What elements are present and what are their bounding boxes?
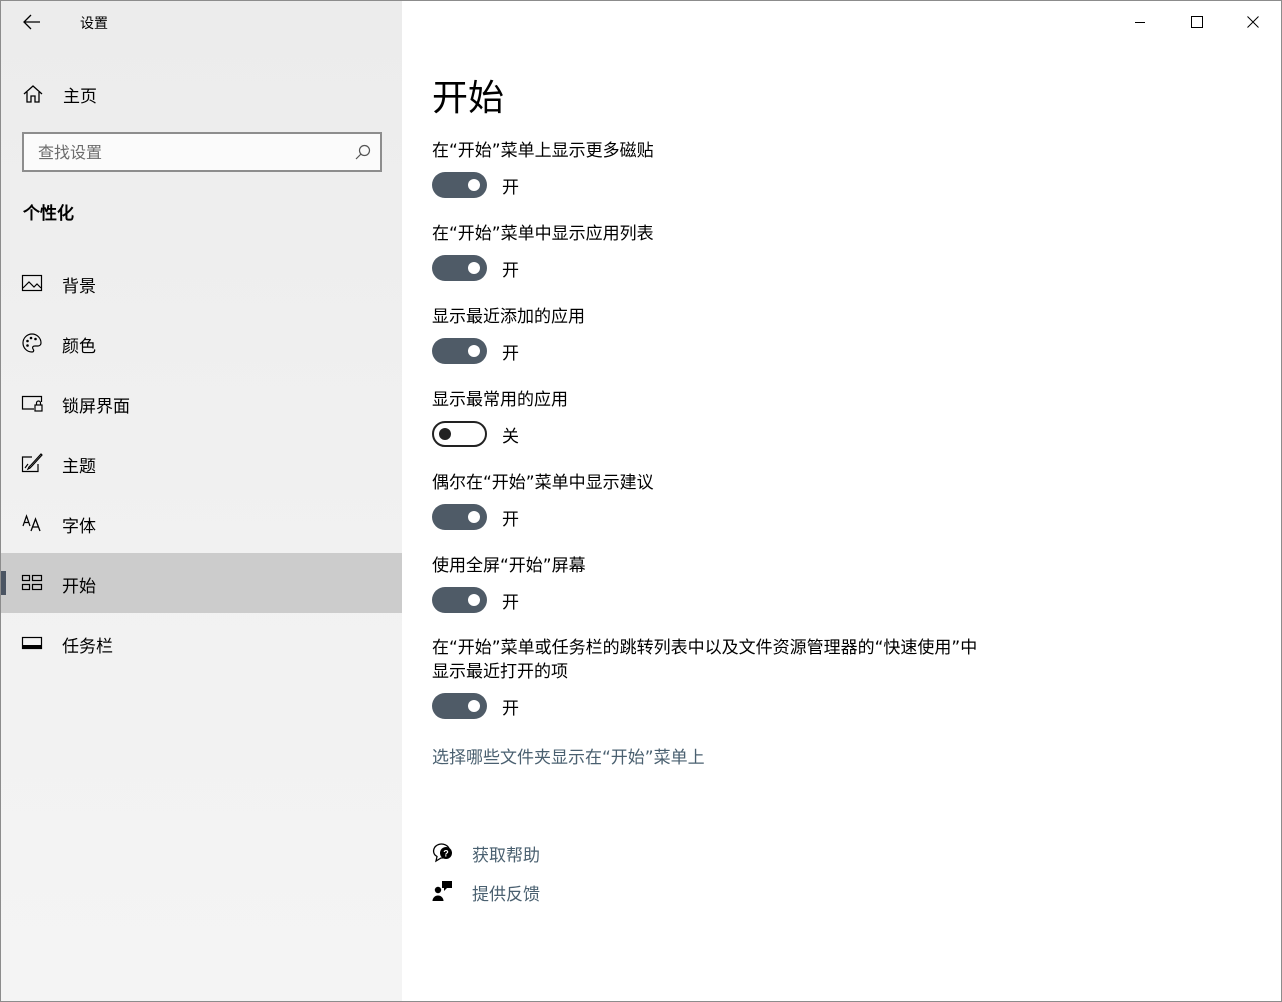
app-title: 设置: [80, 16, 108, 32]
nav-home-label: 主页: [63, 87, 97, 107]
sidebar-item-label: 颜色: [62, 337, 96, 357]
toggle-knob: [468, 345, 480, 357]
toggle-state: 开: [502, 260, 519, 281]
sidebar: 设置 主页 个性化 背景: [1, 1, 402, 1001]
setting-suggestions: 偶尔在“开始”菜单中显示建议 开: [432, 471, 1252, 530]
get-help-link[interactable]: ? 获取帮助: [432, 838, 732, 868]
sidebar-item-label: 任务栏: [62, 637, 113, 657]
setting-label: 显示最近添加的应用: [432, 307, 585, 327]
toggle-knob: [468, 262, 480, 274]
toggle-switch[interactable]: [432, 172, 487, 198]
sidebar-item-background[interactable]: 背景: [1, 253, 402, 313]
toggle-state: 开: [502, 177, 519, 198]
toggle-switch[interactable]: [432, 338, 487, 364]
sidebar-item-themes[interactable]: 主题: [1, 433, 402, 493]
setting-label: 使用全屏“开始”屏幕: [432, 556, 586, 576]
setting-label: 显示最常用的应用: [432, 390, 568, 410]
help-chat-icon: ?: [432, 843, 452, 863]
setting-most-used: 显示最常用的应用 关: [432, 388, 1252, 447]
lock-screen-icon: [21, 395, 43, 412]
feedback-icon: [432, 881, 452, 901]
toggle-state: 开: [502, 509, 519, 530]
sidebar-item-label: 主题: [62, 457, 96, 477]
choose-folders-link[interactable]: 选择哪些文件夹显示在“开始”菜单上: [432, 743, 705, 768]
minimize-icon: [1134, 22, 1145, 23]
setting-label: 在“开始”菜单中显示应用列表: [432, 224, 654, 244]
back-arrow-icon: [23, 14, 40, 30]
toggle-knob: [468, 179, 480, 191]
toggle-knob: [468, 594, 480, 606]
palette-icon: [22, 333, 42, 353]
setting-full-screen-start: 使用全屏“开始”屏幕 开: [432, 554, 1252, 613]
setting-app-list: 在“开始”菜单中显示应用列表 开: [432, 222, 1252, 281]
setting-recent-items: 在“开始”菜单或任务栏的跳转列表中以及文件资源管理器的“快速使用”中 显示最近打…: [432, 636, 1252, 719]
search-icon[interactable]: [354, 143, 372, 161]
nav-list: 背景 颜色 锁屏界面 主题 字体 开始 任务栏: [1, 253, 402, 673]
setting-label: 在“开始”菜单上显示更多磁贴: [432, 141, 654, 161]
sidebar-item-lock-screen[interactable]: 锁屏界面: [1, 373, 402, 433]
sidebar-item-label: 字体: [62, 517, 96, 537]
sidebar-item-taskbar[interactable]: 任务栏: [1, 613, 402, 673]
toggle-state: 开: [502, 698, 519, 719]
minimize-button[interactable]: [1111, 1, 1168, 43]
toggle-switch[interactable]: [432, 504, 487, 530]
sidebar-item-label: 背景: [62, 277, 96, 297]
start-tiles-icon: [21, 574, 43, 591]
sidebar-item-colors[interactable]: 颜色: [1, 313, 402, 373]
taskbar-icon: [21, 636, 43, 650]
sidebar-item-label: 开始: [62, 577, 96, 597]
toggle-knob: [468, 700, 480, 712]
sidebar-item-start[interactable]: 开始: [1, 553, 402, 613]
settings-window: 设置 主页 个性化 背景: [0, 0, 1282, 1002]
setting-more-tiles: 在“开始”菜单上显示更多磁贴 开: [432, 139, 1252, 198]
setting-label: 在“开始”菜单或任务栏的跳转列表中以及文件资源管理器的“快速使用”中 显示最近打…: [432, 638, 978, 682]
search-input[interactable]: [38, 136, 348, 168]
sidebar-item-fonts[interactable]: 字体: [1, 493, 402, 553]
page-title: 开始: [432, 78, 505, 119]
toggle-switch[interactable]: [432, 255, 487, 281]
search-box: [22, 132, 382, 172]
close-icon: [1246, 16, 1259, 28]
title-bar-left: 设置: [1, 1, 402, 43]
toggle-knob: [468, 511, 480, 523]
svg-text:?: ?: [443, 849, 449, 859]
home-icon: [23, 85, 43, 103]
setting-label: 偶尔在“开始”菜单中显示建议: [432, 473, 654, 493]
setting-recently-added: 显示最近添加的应用 开: [432, 305, 1252, 364]
back-button[interactable]: [15, 7, 49, 37]
toggle-switch[interactable]: [432, 421, 487, 447]
font-icon: [22, 514, 41, 532]
toggle-state: 关: [502, 426, 519, 447]
toggle-state: 开: [502, 592, 519, 613]
close-button[interactable]: [1224, 1, 1281, 43]
nav-home[interactable]: 主页: [1, 73, 402, 113]
toggle-switch[interactable]: [432, 587, 487, 613]
selection-indicator: [1, 571, 6, 595]
toggle-knob: [439, 428, 451, 440]
maximize-icon: [1190, 16, 1203, 28]
picture-icon: [21, 274, 43, 292]
give-feedback-link[interactable]: 提供反馈: [432, 877, 732, 907]
get-help-label: 获取帮助: [472, 846, 540, 866]
maximize-button[interactable]: [1168, 1, 1225, 43]
give-feedback-label: 提供反馈: [472, 885, 540, 905]
theme-brush-icon: [21, 453, 43, 473]
sidebar-item-label: 锁屏界面: [62, 397, 130, 417]
toggle-state: 开: [502, 343, 519, 364]
section-title: 个性化: [23, 204, 74, 224]
toggle-switch[interactable]: [432, 693, 487, 719]
